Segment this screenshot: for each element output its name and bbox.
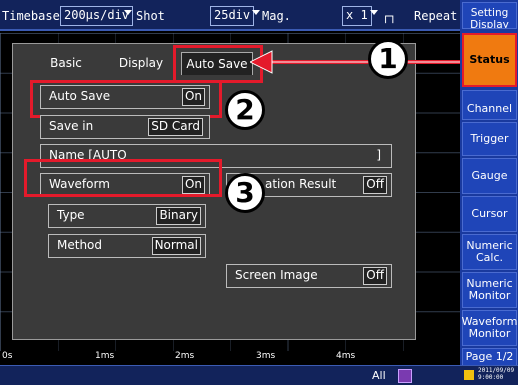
channel-indicator-icon [398, 369, 412, 383]
trigger-button[interactable]: Trigger [462, 122, 517, 156]
highlight-waveform-box [24, 159, 222, 197]
screen-image-label: Screen Image [235, 268, 318, 282]
screen-image-value[interactable]: Off [363, 267, 387, 285]
callout-3: 3 [225, 173, 265, 213]
type-label: Type [57, 208, 85, 222]
bottom-status-bar: All 2011/09/09 9:00:00 [0, 365, 518, 385]
timebase-field[interactable]: 200µs/div [60, 6, 134, 26]
tab-basic[interactable]: Basic [38, 52, 94, 74]
method-row[interactable]: Method Normal [48, 234, 206, 258]
method-value[interactable]: Normal [151, 237, 201, 255]
save-in-label: Save in [49, 119, 94, 133]
callout-1: 1 [368, 39, 408, 79]
channel-button[interactable]: Channel [462, 90, 517, 120]
setting-display-button[interactable]: Setting Display [462, 2, 517, 29]
shot-label: Shot [136, 9, 165, 23]
trigger-icon: ┌┐ [382, 9, 397, 23]
sidebar: Setting Display Status Channel Trigger G… [460, 0, 518, 385]
time-axis [0, 351, 460, 365]
type-row[interactable]: Type Binary [48, 204, 206, 228]
calc-result-value[interactable]: Off [363, 176, 387, 194]
arrow-head-icon [250, 50, 273, 74]
axis-tick-3: 3ms [256, 351, 276, 361]
mag-dropdown-icon[interactable] [370, 10, 378, 15]
name-end: ] [376, 148, 381, 162]
shot-field[interactable]: 25div [210, 6, 255, 26]
method-label: Method [57, 238, 103, 252]
highlight-auto-save-box [30, 80, 222, 118]
shot-dropdown-icon[interactable] [252, 10, 260, 15]
numeric-calc-button[interactable]: Numeric Calc. [462, 234, 517, 270]
timebase-label: Timebase [2, 9, 60, 23]
waveform-monitor-button[interactable]: Waveform Monitor [462, 310, 517, 346]
tab-display[interactable]: Display [110, 52, 172, 74]
trigger-mode[interactable]: Repeat [414, 9, 457, 23]
axis-tick-2: 2ms [175, 351, 195, 361]
status-button[interactable]: Status [462, 33, 517, 87]
cursor-button[interactable]: Cursor [462, 196, 517, 232]
top-status-bar: Timebase 200µs/div Shot 25div Mag. x 1 ┌… [0, 0, 460, 31]
axis-tick-0: 0s [2, 351, 13, 361]
all-label[interactable]: All [372, 369, 386, 382]
page-button[interactable]: Page 1/2 [462, 348, 517, 366]
type-value[interactable]: Binary [156, 207, 201, 225]
screen-image-row[interactable]: Screen Image Off [226, 264, 392, 288]
calc-result-label: ation Result [265, 177, 337, 191]
mag-field[interactable]: x 1 [342, 6, 372, 26]
sd-card-icon [464, 370, 474, 380]
pointer-arrow [250, 50, 462, 74]
axis-tick-1: 1ms [95, 351, 115, 361]
datetime: 2011/09/09 9:00:00 [478, 367, 515, 381]
timebase-dropdown-icon[interactable] [124, 10, 132, 15]
mag-label: Mag. [262, 9, 291, 23]
numeric-monitor-button[interactable]: Numeric Monitor [462, 272, 517, 308]
save-in-value[interactable]: SD Card [148, 118, 203, 136]
gauge-button[interactable]: Gauge [462, 158, 517, 194]
callout-2: 2 [225, 90, 265, 130]
save-in-row[interactable]: Save in SD Card [40, 115, 210, 139]
axis-tick-4: 4ms [336, 351, 356, 361]
